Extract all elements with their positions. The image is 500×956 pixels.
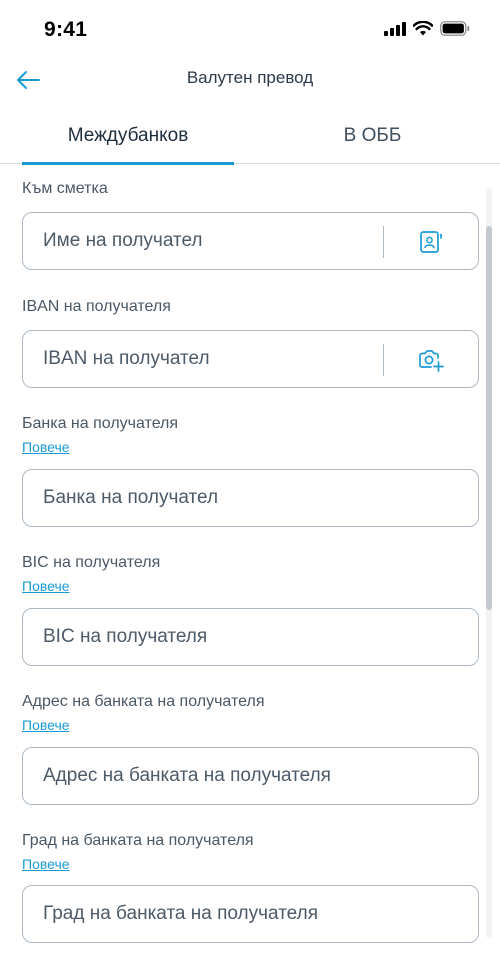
bank-more-link[interactable]: Повече bbox=[22, 439, 70, 455]
battery-icon bbox=[440, 21, 470, 36]
bank-field[interactable] bbox=[22, 469, 479, 527]
bic-more-link[interactable]: Повече bbox=[22, 578, 70, 594]
recipient-name-field[interactable] bbox=[22, 212, 479, 270]
status-bar: 9:41 bbox=[0, 0, 500, 60]
bic-label: BIC на получателя bbox=[22, 554, 161, 571]
camera-scan-icon bbox=[419, 350, 444, 372]
tab-in-ubb[interactable]: В ОББ bbox=[270, 108, 475, 164]
field-divider bbox=[383, 226, 384, 258]
bank-input[interactable] bbox=[43, 470, 458, 526]
bank-address-field[interactable] bbox=[22, 747, 479, 805]
tab-interbank[interactable]: Междубанков bbox=[22, 108, 234, 165]
cellular-signal-icon bbox=[384, 21, 406, 36]
status-icons bbox=[384, 21, 470, 36]
wifi-icon bbox=[413, 21, 433, 36]
bank-city-label: Град на банката на получателя bbox=[22, 832, 254, 849]
to-account-label: Към сметка bbox=[22, 180, 108, 197]
bank-address-label: Адрес на банката на получателя bbox=[22, 693, 265, 710]
nav-bar: Валутен превод bbox=[0, 58, 500, 102]
iban-input[interactable] bbox=[43, 331, 373, 387]
page-title: Валутен превод bbox=[186, 68, 314, 87]
scan-iban-button[interactable] bbox=[415, 344, 447, 376]
bic-field[interactable] bbox=[22, 608, 479, 666]
transfer-form: Към сметка IBAN на получателя Банка на п… bbox=[0, 164, 500, 956]
bank-address-more-link[interactable]: Повече bbox=[22, 717, 70, 733]
bank-city-input[interactable] bbox=[43, 886, 458, 942]
iban-field[interactable] bbox=[22, 330, 479, 388]
recipient-name-input[interactable] bbox=[43, 213, 373, 269]
status-time: 9:41 bbox=[44, 18, 88, 41]
contacts-button[interactable] bbox=[415, 226, 447, 258]
bank-city-field[interactable] bbox=[22, 885, 479, 943]
contact-book-icon bbox=[420, 231, 442, 253]
tab-bar: Междубанков В ОББ bbox=[0, 108, 500, 165]
bank-city-more-link[interactable]: Повече bbox=[22, 856, 70, 872]
bank-label: Банка на получателя bbox=[22, 415, 179, 432]
iban-label: IBAN на получателя bbox=[22, 298, 171, 315]
bank-address-input[interactable] bbox=[43, 748, 458, 804]
field-divider bbox=[383, 344, 384, 376]
bic-input[interactable] bbox=[43, 609, 458, 665]
scrollbar-thumb[interactable] bbox=[486, 226, 492, 610]
